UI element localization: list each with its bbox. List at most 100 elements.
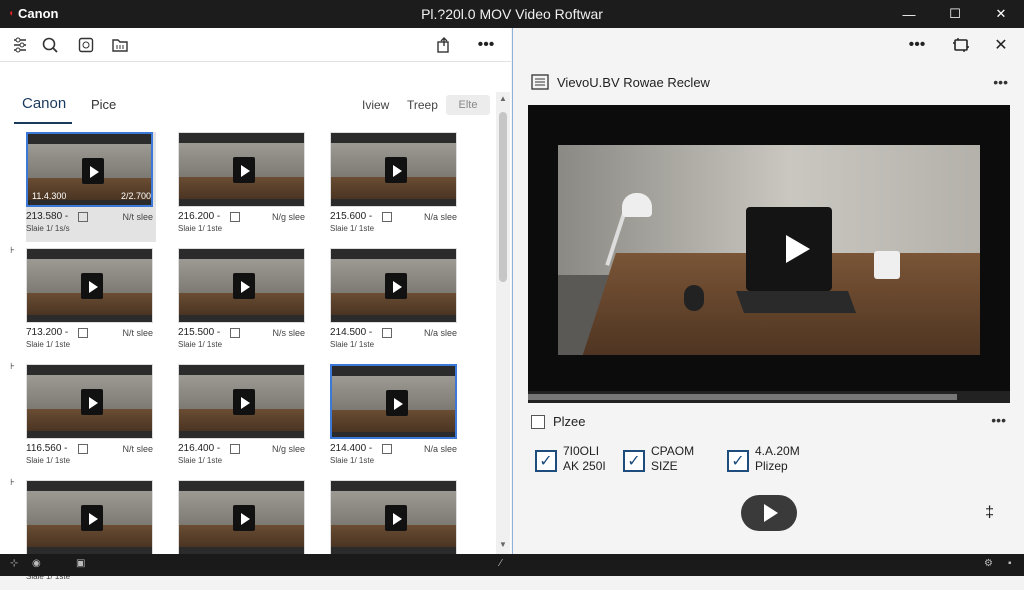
thumbnail-checkbox[interactable] <box>78 211 88 222</box>
thumbnail-image[interactable] <box>178 480 305 555</box>
play-icon[interactable] <box>786 235 810 263</box>
check-item-1[interactable]: ✓ 7I0OLI AK 250I <box>535 444 606 474</box>
option-row: Plzee <box>531 414 586 429</box>
thumbnail-subtitle: Slaie 1/ 1ste <box>178 224 223 233</box>
thumbnail-subtitle: Slaie 1/ 1ste <box>330 224 375 233</box>
play-icon <box>89 281 98 293</box>
thumbnail-checkbox[interactable] <box>382 211 392 222</box>
more-icon[interactable]: ••• <box>476 35 496 55</box>
play-icon <box>90 166 99 178</box>
thumbnail-checkbox[interactable] <box>230 211 240 222</box>
checkbox-checked-icon[interactable]: ✓ <box>727 450 749 472</box>
expand-icon[interactable]: ▪ <box>1008 558 1012 569</box>
thumbnail-size: N/g slee <box>271 443 305 454</box>
pin-icon[interactable]: ‡ <box>985 504 994 522</box>
export-icon[interactable] <box>434 35 454 55</box>
status-bar: ⊹ ◉ ▣ ⁄ ⚙ ▪ <box>0 554 1024 576</box>
thumbnail-subtitle: Slaie 1/ 1ste <box>178 340 223 349</box>
row-marker-icon: ⊦ <box>10 361 15 371</box>
check-item-2[interactable]: ✓ CPAOM SIZE <box>623 444 694 474</box>
search-icon[interactable] <box>40 35 60 55</box>
more-icon[interactable]: ••• <box>907 35 927 55</box>
thumbnail-image[interactable] <box>330 248 457 323</box>
thumbnail-image[interactable] <box>330 364 457 439</box>
list-icon <box>531 74 549 90</box>
thumbnail-image[interactable] <box>26 480 153 555</box>
more-icon[interactable]: ••• <box>993 74 1008 90</box>
frame-icon[interactable] <box>76 35 96 55</box>
thumbnail-checkbox[interactable] <box>230 443 240 454</box>
thumbnail-item[interactable]: 216.400 - N/g slee Slaie 1/ 1ste <box>178 364 308 474</box>
thumbnail-item[interactable]: 713.200 - N/t slee Slaie 1/ 1ste <box>26 248 156 358</box>
video-lamp-head <box>622 193 652 217</box>
thumbnail-image[interactable] <box>26 248 153 323</box>
option-checkbox[interactable] <box>531 414 545 429</box>
thumbnail-size: N/s slee <box>272 327 305 338</box>
check-label-1b: AK 250I <box>563 459 606 473</box>
check-label-1a: 7I0OLI <box>563 444 600 458</box>
more-icon[interactable]: ••• <box>991 412 1006 428</box>
filter-icon[interactable] <box>10 35 30 55</box>
grid-view-icon[interactable]: ⊹ <box>10 558 18 569</box>
thumbnail-number: 215.600 - <box>330 211 373 222</box>
folder-icon[interactable] <box>110 35 130 55</box>
maximize-button[interactable]: ☐ <box>932 0 978 28</box>
scrollbar[interactable]: ▲ ▼ <box>496 92 510 554</box>
close-icon[interactable]: ✕ <box>991 35 1011 55</box>
thumbnail-meta: 214.400 - N/a slee <box>330 443 457 454</box>
thumbnail-item[interactable]: 216.200 - N/g slee Slaie 1/ 1ste <box>178 132 308 242</box>
thumbnail-item[interactable]: 11.4.300 2/2.700 213.580 - N/t slee Slaie 1/… <box>26 132 156 242</box>
thumbnail-number: 116.560 - <box>26 443 68 454</box>
scroll-down-icon[interactable]: ▼ <box>496 540 510 552</box>
film-icon[interactable]: ▣ <box>76 558 85 569</box>
minimize-button[interactable]: — <box>886 0 932 28</box>
thumbnail-subtitle: Slaie 1/ 1ste <box>330 456 375 465</box>
thumbnail-checkbox[interactable] <box>78 443 88 454</box>
thumbnail-item[interactable]: 215.600 - N/a slee Slaie 1/ 1ste <box>330 132 460 242</box>
checkbox-checked-icon[interactable]: ✓ <box>535 450 557 472</box>
close-button[interactable]: ✕ <box>978 0 1024 28</box>
resize-handle-icon[interactable]: ⁄ <box>500 558 502 569</box>
thumbnail-item[interactable]: 214.400 - N/a slee Slaie 1/ 1ste <box>330 364 460 474</box>
thumbnail-size: N/g slee <box>271 211 305 222</box>
check-item-3[interactable]: ✓ 4.A.20M Plizep <box>727 444 800 474</box>
record-icon[interactable]: ◉ <box>32 558 41 569</box>
scroll-up-icon[interactable]: ▲ <box>496 94 510 106</box>
window-controls: — ☐ ✕ <box>886 0 1024 28</box>
thumbnail-image[interactable] <box>330 480 457 555</box>
thumbnail-image[interactable] <box>330 132 457 207</box>
thumbnail-subtitle: Slaie 1/ 1ste <box>178 456 223 465</box>
thumbnail-checkbox[interactable] <box>382 443 392 454</box>
scroll-thumb[interactable] <box>499 112 507 282</box>
video-laptop-base <box>735 291 857 313</box>
thumbnail-subtitle: Slaie 1/ 1ste <box>26 340 71 349</box>
thumbnail-image[interactable] <box>178 364 305 439</box>
thumbnail-meta: 116.560 - N/t slee <box>26 443 153 454</box>
thumbnail-item[interactable]: 215.500 - N/s slee Slaie 1/ 1ste <box>178 248 308 358</box>
playback-progress-bar[interactable] <box>528 391 1010 403</box>
thumbnail-size: N/a slee <box>423 443 457 454</box>
thumbnail-image[interactable] <box>178 248 305 323</box>
library-toolbar: ••• <box>0 28 511 62</box>
settings-icon[interactable]: ⚙ <box>984 558 993 569</box>
thumbnail-item[interactable]: 116.560 - N/t slee Slaie 1/ 1ste <box>26 364 156 474</box>
thumbnail-grid: 11.4.300 2/2.700 213.580 - N/t slee Slaie 1/… <box>0 92 496 581</box>
crop-icon[interactable] <box>951 35 971 55</box>
play-icon <box>394 398 403 410</box>
thumbnail-image[interactable] <box>178 132 305 207</box>
thumbnail-number: 216.200 - <box>178 211 221 222</box>
thumbnail-size: N/t slee <box>122 443 153 454</box>
thumbnail-size: N/a slee <box>423 211 457 222</box>
thumbnail-checkbox[interactable] <box>382 327 392 338</box>
overlay-right: 2/2.700 <box>120 191 151 201</box>
video-player[interactable] <box>528 105 1010 403</box>
thumbnail-checkbox[interactable] <box>230 327 240 338</box>
thumbnail-checkbox[interactable] <box>78 327 88 338</box>
thumbnail-item[interactable]: 214.500 - N/a slee Slaie 1/ 1ste <box>330 248 460 358</box>
checkbox-checked-icon[interactable]: ✓ <box>623 450 645 472</box>
thumbnail-image[interactable] <box>26 364 153 439</box>
thumbnail-image[interactable]: 11.4.300 2/2.700 <box>26 132 153 207</box>
play-button[interactable] <box>741 495 797 531</box>
video-frame[interactable] <box>558 145 980 355</box>
window-title: Pl.?20l.0 MOV Video Roftwar <box>421 6 603 22</box>
